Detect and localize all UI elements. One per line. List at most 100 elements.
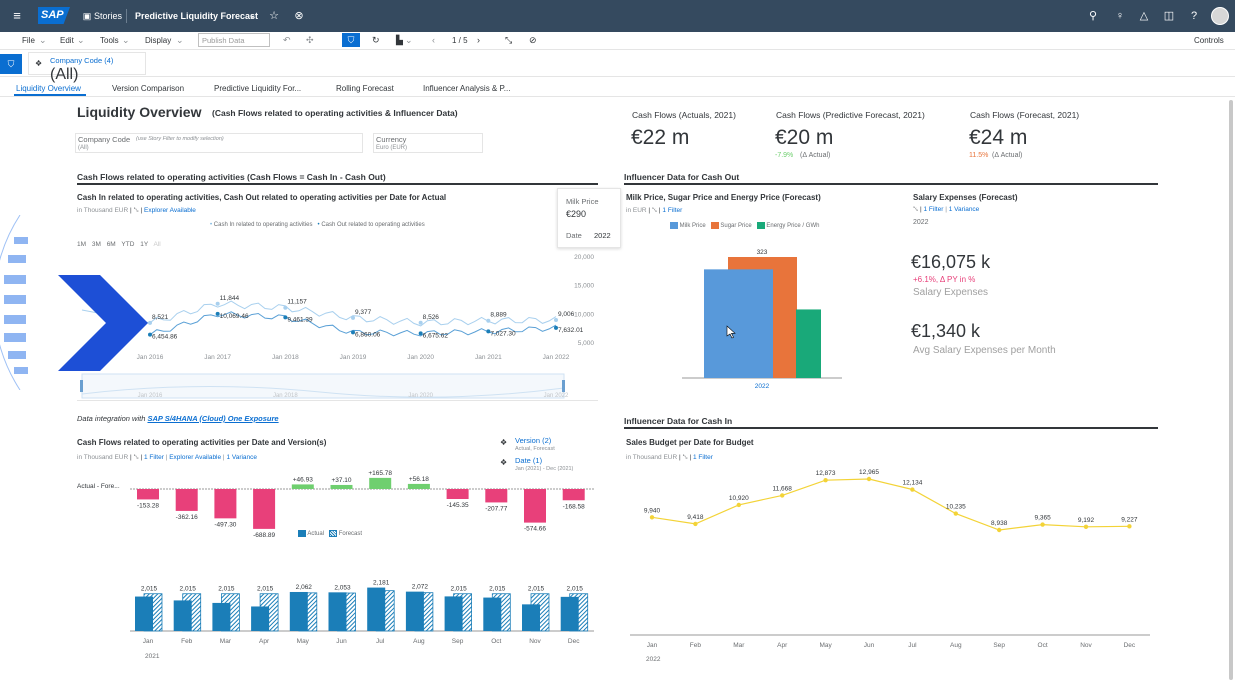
legend-sugar[interactable]: Sugar Price (720, 223, 751, 229)
legend-swatch-sugar (710, 222, 719, 229)
point-cash-in (486, 318, 491, 323)
x-tick-label: Dec (568, 638, 580, 645)
variance-link[interactable]: 1 Variance (949, 206, 980, 213)
data-label-cash-in: 11,157 (287, 299, 307, 306)
y-tick-label: 10,000 (574, 311, 594, 318)
avg-salary-value[interactable]: €1,340 k (911, 321, 980, 342)
data-label-cash-out: 9,461.39 (287, 316, 313, 323)
variance-bar (330, 484, 353, 489)
version-label: Version (2) (515, 436, 552, 445)
actual-bar (560, 596, 579, 631)
legend-actual[interactable]: Actual (307, 531, 324, 537)
integration-text: Data integration with (77, 414, 146, 423)
overlay-ticks (4, 237, 28, 374)
x-tick-label: May (819, 642, 832, 649)
sales-data-label: 9,418 (687, 514, 704, 521)
x-tick-label: Feb (181, 638, 193, 645)
x-tick-label: Jan 2018 (272, 354, 299, 361)
bar-top-label: 323 (757, 249, 768, 256)
variance-bar (369, 477, 392, 489)
integration-link[interactable]: SAP S/4HANA (Cloud) One Exposure (147, 414, 278, 423)
variance-bar (253, 489, 276, 529)
variance-label: -168.58 (563, 503, 585, 510)
date-filter-chip[interactable]: ❖ Date (1) Jan (2021) - Dec (2021) (500, 456, 610, 474)
waterfall-legend: Actual Forecast (298, 530, 362, 537)
legend-milk[interactable]: Milk Price (680, 223, 706, 229)
filter-link[interactable]: 1 Filter (662, 207, 682, 214)
data-label-cash-out: 7,632.01 (558, 327, 584, 334)
variance-label: -207.77 (485, 505, 507, 512)
x-tick-label: Mar (220, 638, 232, 645)
sales-chart-title: Sales Budget per Date for Budget (626, 438, 754, 447)
overlay-tick (14, 237, 28, 244)
avg-salary-label: Avg Salary Expenses per Month (913, 345, 1056, 356)
sales-data-label: 9,192 (1078, 517, 1095, 524)
x-tick-label: Feb (690, 642, 702, 649)
x-tick-label: Aug (413, 638, 425, 645)
legend-energy[interactable]: Energy Price / GWh (766, 223, 819, 229)
x-tick-label: Jul (376, 638, 385, 645)
salary-value[interactable]: €16,075 k (911, 252, 990, 273)
sales-data-label: 8,938 (991, 520, 1008, 527)
filter-link[interactable]: 1 Filter (924, 206, 944, 213)
sales-data-label: 9,365 (1034, 515, 1051, 522)
actual-bar (483, 597, 502, 631)
filter-hierarchy-icon: ❖ (500, 458, 508, 467)
sales-point (1040, 522, 1045, 527)
x-tick-label: Oct (1038, 642, 1048, 649)
milk-legend: Milk Price Sugar Price Energy Price / GW… (670, 222, 819, 229)
variance-bar (562, 489, 585, 501)
y-tick-label: 15,000 (574, 283, 594, 290)
data-label-cash-in: 9,377 (355, 309, 372, 316)
point-cash-in (351, 315, 355, 320)
date-value: Jan (2021) - Dec (2021) (515, 466, 574, 472)
legend-forecast[interactable]: Forecast (339, 531, 362, 537)
filter-link[interactable]: 1 Filter (144, 454, 164, 461)
milk-chart-title: Milk Price, Sugar Price and Energy Price… (626, 193, 821, 202)
sales-data-label: 11,668 (772, 485, 792, 492)
actual-bar (251, 606, 270, 631)
waterfall-year: 2021 (145, 653, 160, 660)
data-label-cash-in: 11,844 (220, 295, 240, 302)
legend-swatch-forecast (329, 530, 338, 537)
explorer-link[interactable]: Explorer Available (169, 454, 221, 461)
y-tick-label: 20,000 (574, 254, 594, 261)
data-label-cash-out: 6,454.86 (152, 334, 178, 341)
overlay-tick (4, 295, 26, 304)
overlay-tick (4, 275, 26, 284)
salary-subtitle: ␖ | 1 Filter | 1 Variance (913, 206, 980, 213)
unit-label: in EUR (626, 207, 647, 214)
x-tick-label: Jun (864, 642, 875, 649)
x-tick-label: Jan 2019 (340, 354, 367, 361)
actual-bar (405, 591, 424, 631)
waterfall-title: Cash Flows related to operating activiti… (77, 438, 327, 447)
sales-data-label: 10,235 (946, 504, 966, 511)
salary-year: 2022 (913, 219, 929, 226)
bar-total-label: 2,015 (257, 586, 274, 593)
variance-link[interactable]: 1 Variance (226, 454, 257, 461)
overlay-tick (4, 315, 26, 324)
x-tick-label: Jan (647, 642, 658, 649)
bar-total-label: 2,015 (528, 586, 545, 593)
bar-total-label: 2,015 (180, 586, 197, 593)
section-rule (624, 427, 1158, 429)
x-tick-label: 2022 (755, 383, 770, 390)
sales-point (1083, 524, 1089, 529)
filter-link[interactable]: 1 Filter (693, 454, 713, 461)
x-tick-label: May (297, 638, 310, 645)
filter-hierarchy-icon: ❖ (500, 438, 508, 447)
x-tick-label: Apr (777, 642, 788, 649)
legend-swatch-milk (670, 222, 678, 229)
point-cash-in (554, 318, 558, 323)
navigator-label: Jan 2018 (273, 393, 298, 399)
variance-bar (485, 489, 508, 503)
variance-bar (214, 489, 237, 519)
x-tick-label: Nov (529, 638, 541, 645)
variance-bar (524, 489, 546, 523)
salary-label: Salary Expenses (913, 287, 989, 298)
overlay-tick (8, 351, 26, 359)
point-cash-in (418, 320, 423, 325)
variance-bar (407, 483, 430, 489)
version-filter-chip[interactable]: ❖ Version (2) Actual, Forecast (500, 436, 610, 454)
actual-bar (522, 604, 540, 631)
